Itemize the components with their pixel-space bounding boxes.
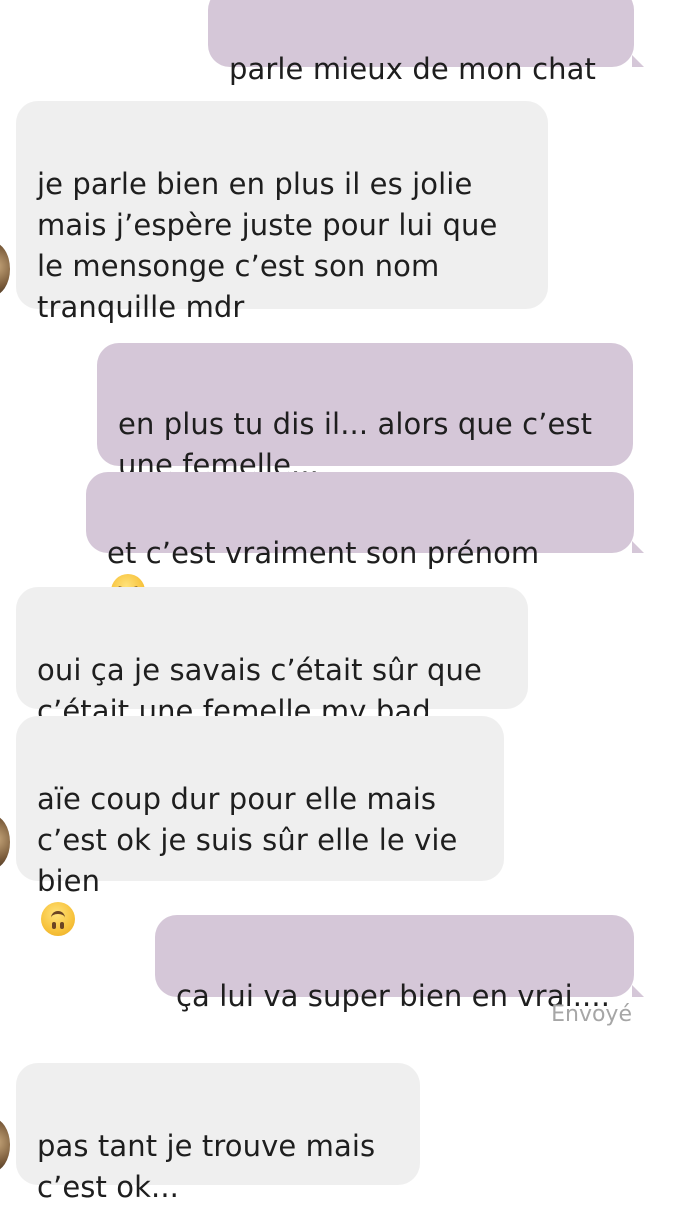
message-bubble-received[interactable]: aïe coup dur pour elle mais c’est ok je … (16, 716, 504, 936)
message-bubble-sent[interactable]: parle mieux de mon chat (208, 0, 644, 86)
contact-avatar[interactable] (0, 815, 10, 869)
message-text: parle mieux de mon chat (229, 52, 596, 86)
message-text: et c’est vraiment son prénom (107, 536, 540, 570)
message-text: pas tant je trouve mais c’est ok... (37, 1129, 376, 1204)
message-bubble-sent[interactable]: en plus tu dis il... alors que c’est une… (97, 343, 633, 482)
message-bubble-sent[interactable]: ça lui va super bien en vrai.... (155, 915, 644, 1013)
contact-avatar[interactable] (0, 1118, 10, 1172)
message-bubble-received[interactable]: oui ça je savais c’était sûr que c’était… (16, 587, 528, 728)
message-status: Envoyé (551, 1002, 632, 1027)
message-text: ça lui va super bien en vrai.... (176, 979, 611, 1013)
message-text: je parle bien en plus il es jolie mais j… (37, 167, 498, 324)
contact-avatar[interactable] (0, 242, 10, 296)
message-text: en plus tu dis il... alors que c’est une… (118, 407, 593, 482)
message-bubble-received[interactable]: je parle bien en plus il es jolie mais j… (16, 101, 548, 324)
upside-down-face-icon (41, 902, 75, 936)
message-bubble-received[interactable]: pas tant je trouve mais c’est ok... (16, 1063, 420, 1204)
message-text: aïe coup dur pour elle mais c’est ok je … (37, 782, 458, 898)
message-bubble-sent[interactable]: et c’est vraiment son prénom (86, 472, 644, 608)
